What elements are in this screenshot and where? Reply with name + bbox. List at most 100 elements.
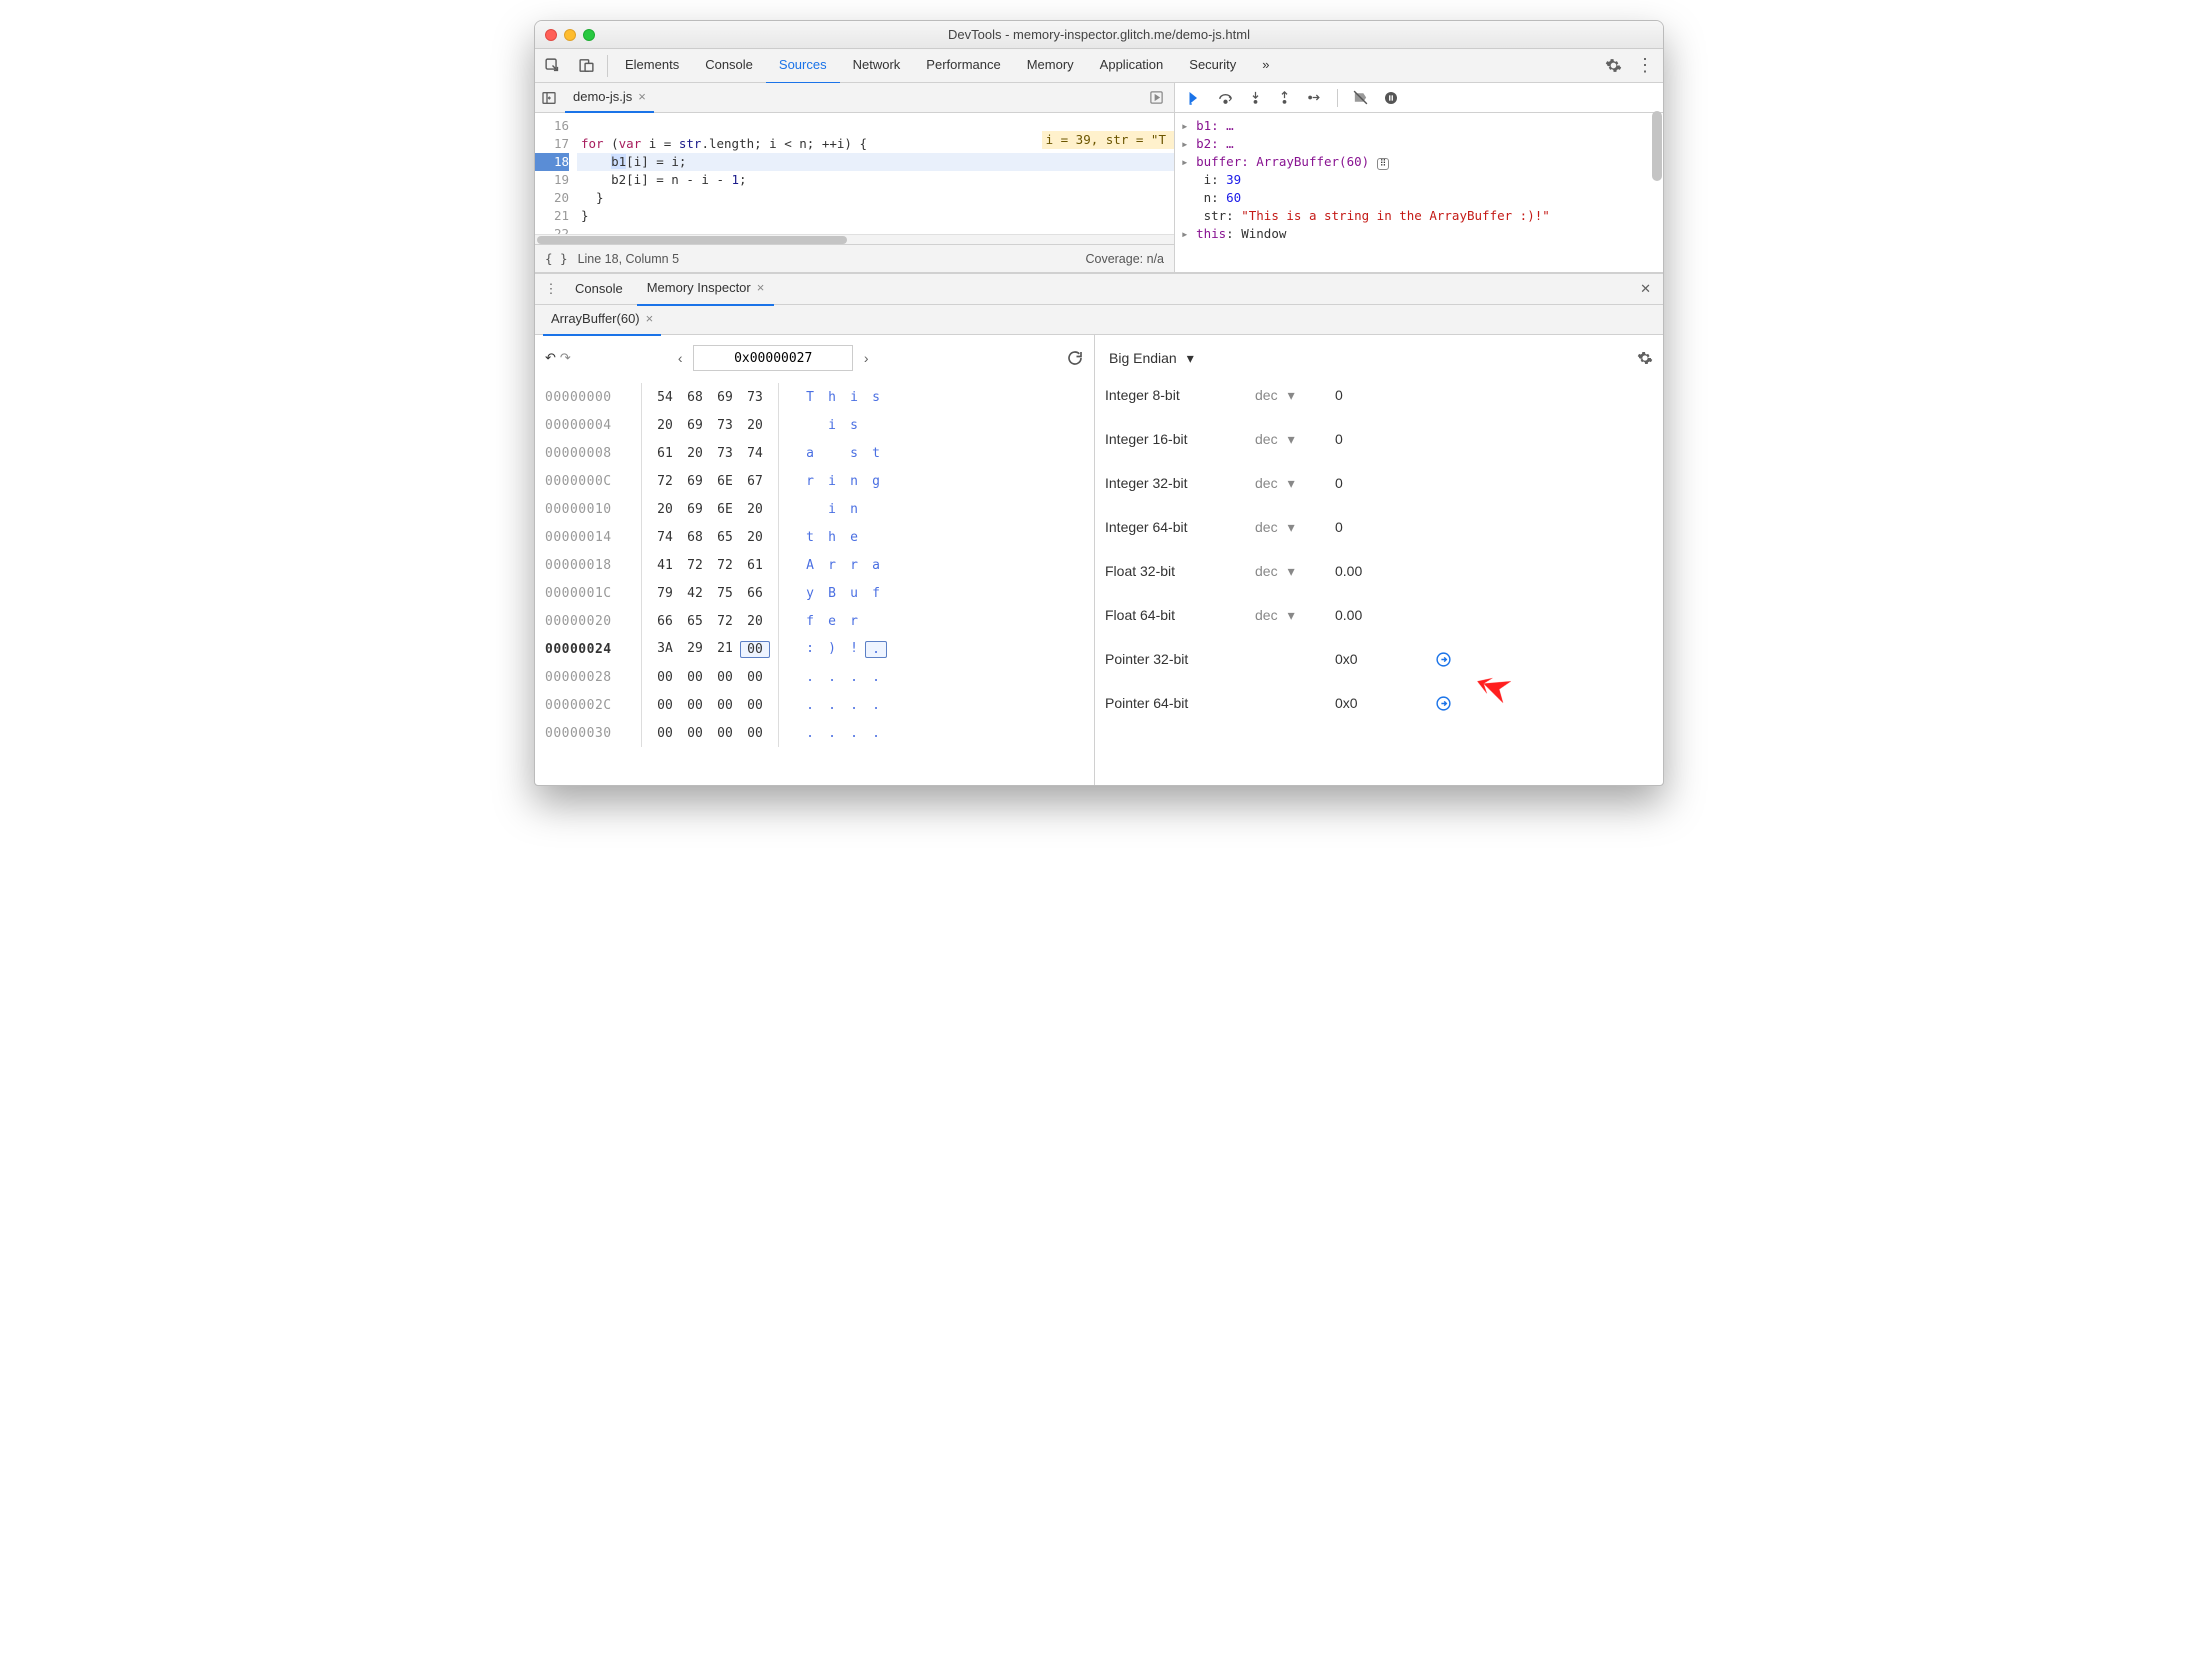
value-mode-select[interactable]: dec▾ [1255, 387, 1335, 404]
pause-exceptions-icon[interactable] [1383, 90, 1399, 106]
hex-byte[interactable]: 68 [680, 390, 710, 405]
hex-byte[interactable]: 74 [650, 530, 680, 545]
hex-ascii[interactable]: ! [843, 641, 865, 658]
hex-ascii[interactable]: r [799, 474, 821, 489]
hex-ascii[interactable]: a [865, 558, 887, 573]
hex-row[interactable]: 0000001474686520the [545, 523, 1084, 551]
hex-ascii[interactable]: . [799, 698, 821, 713]
endianness-select[interactable]: Big Endian ▾ [1105, 350, 1194, 367]
hex-byte[interactable]: 61 [740, 558, 770, 573]
hex-ascii[interactable] [865, 614, 887, 629]
hex-ascii[interactable]: . [799, 726, 821, 741]
tab-application[interactable]: Application [1087, 48, 1177, 84]
hex-ascii[interactable]: n [843, 474, 865, 489]
hex-ascii[interactable]: . [865, 726, 887, 741]
hex-row[interactable]: 0000003000000000.... [545, 719, 1084, 747]
hex-byte[interactable]: 20 [740, 614, 770, 629]
hex-row[interactable]: 0000002C00000000.... [545, 691, 1084, 719]
next-address-button[interactable]: › [853, 345, 879, 371]
hex-ascii[interactable]: . [865, 698, 887, 713]
hex-ascii[interactable]: . [821, 726, 843, 741]
step-out-icon[interactable] [1277, 89, 1292, 106]
hex-byte[interactable]: 42 [680, 586, 710, 601]
hex-row[interactable]: 0000000C72696E67ring [545, 467, 1084, 495]
hex-ascii[interactable]: T [799, 390, 821, 405]
step-into-icon[interactable] [1248, 89, 1263, 106]
close-icon[interactable]: × [638, 89, 646, 104]
hex-ascii[interactable]: i [821, 502, 843, 517]
hex-row[interactable]: 0000002800000000.... [545, 663, 1084, 691]
hex-byte[interactable]: 6E [710, 502, 740, 517]
hex-ascii[interactable]: t [799, 530, 821, 545]
hex-byte[interactable]: 69 [680, 418, 710, 433]
hex-byte[interactable]: 67 [740, 474, 770, 489]
hex-ascii[interactable]: u [843, 586, 865, 601]
value-mode-select[interactable]: dec▾ [1255, 519, 1335, 536]
hex-byte[interactable]: 20 [650, 418, 680, 433]
tab-overflow[interactable]: » [1249, 48, 1282, 84]
refresh-icon[interactable] [1066, 349, 1084, 367]
hex-byte[interactable]: 72 [710, 558, 740, 573]
minimize-window[interactable] [564, 29, 576, 41]
close-icon[interactable]: × [757, 272, 765, 304]
redo-icon[interactable]: ↷ [560, 350, 571, 366]
hex-byte[interactable]: 20 [680, 446, 710, 461]
hex-byte[interactable]: 61 [650, 446, 680, 461]
hex-byte[interactable]: 66 [740, 586, 770, 601]
hex-byte[interactable]: 41 [650, 558, 680, 573]
scope-variables[interactable]: ▸ b1: … ▸ b2: … ▸ buffer: ArrayBuffer(60… [1175, 113, 1663, 272]
hex-byte[interactable]: 66 [650, 614, 680, 629]
hex-byte[interactable]: 00 [650, 670, 680, 685]
hex-row[interactable]: 0000000861207374a st [545, 439, 1084, 467]
device-toolbar-icon[interactable] [569, 57, 603, 74]
hex-byte[interactable]: 20 [740, 418, 770, 433]
hex-byte[interactable]: 20 [740, 502, 770, 517]
jump-to-address-icon[interactable] [1435, 695, 1452, 712]
hex-byte[interactable]: 00 [680, 670, 710, 685]
hex-ascii[interactable]: f [799, 614, 821, 629]
hex-byte[interactable]: 54 [650, 390, 680, 405]
hex-byte[interactable]: 72 [680, 558, 710, 573]
hex-ascii[interactable]: . [799, 670, 821, 685]
hex-byte[interactable]: 65 [680, 614, 710, 629]
hex-byte[interactable]: 29 [680, 641, 710, 658]
hex-byte[interactable]: 74 [740, 446, 770, 461]
drawer-close-icon[interactable]: ✕ [1640, 281, 1657, 297]
hex-byte[interactable]: 73 [710, 418, 740, 433]
tab-console[interactable]: Console [692, 48, 766, 84]
inspect-icon[interactable] [535, 57, 569, 74]
hex-ascii[interactable]: y [799, 586, 821, 601]
hex-ascii[interactable]: i [821, 474, 843, 489]
hex-ascii[interactable]: g [865, 474, 887, 489]
hex-ascii[interactable]: a [799, 446, 821, 461]
file-tab-demo[interactable]: demo-js.js × [565, 83, 654, 113]
drawer-tab-memory-inspector[interactable]: Memory Inspector× [637, 272, 775, 306]
navigator-toggle-icon[interactable] [541, 90, 557, 106]
hex-ascii[interactable]: . [843, 726, 865, 741]
hex-ascii[interactable]: n [843, 502, 865, 517]
hex-ascii[interactable]: t [865, 446, 887, 461]
hex-byte[interactable]: 6E [710, 474, 740, 489]
hex-byte[interactable]: 69 [680, 474, 710, 489]
hex-ascii[interactable]: . [843, 670, 865, 685]
hex-byte[interactable]: 00 [680, 726, 710, 741]
gear-icon[interactable] [1637, 350, 1653, 366]
value-mode-select[interactable]: dec▾ [1255, 431, 1335, 448]
horizontal-scrollbar[interactable] [535, 234, 1174, 244]
value-mode-select[interactable]: dec▾ [1255, 563, 1335, 580]
hex-ascii[interactable]: s [843, 418, 865, 433]
hex-byte[interactable]: 79 [650, 586, 680, 601]
step-over-icon[interactable] [1217, 89, 1234, 106]
hex-row[interactable]: 0000000420697320 is [545, 411, 1084, 439]
hex-ascii[interactable] [799, 502, 821, 517]
hex-ascii[interactable]: A [799, 558, 821, 573]
hex-ascii[interactable]: . [821, 698, 843, 713]
hex-ascii[interactable] [865, 530, 887, 545]
braces-icon[interactable]: { } [545, 251, 568, 266]
step-icon[interactable] [1306, 90, 1323, 105]
hex-ascii[interactable]: e [821, 614, 843, 629]
hex-byte[interactable]: 73 [710, 446, 740, 461]
hex-grid[interactable]: 0000000054686973This0000000420697320 is … [545, 383, 1084, 747]
hex-byte[interactable]: 72 [650, 474, 680, 489]
address-input[interactable] [693, 345, 853, 371]
